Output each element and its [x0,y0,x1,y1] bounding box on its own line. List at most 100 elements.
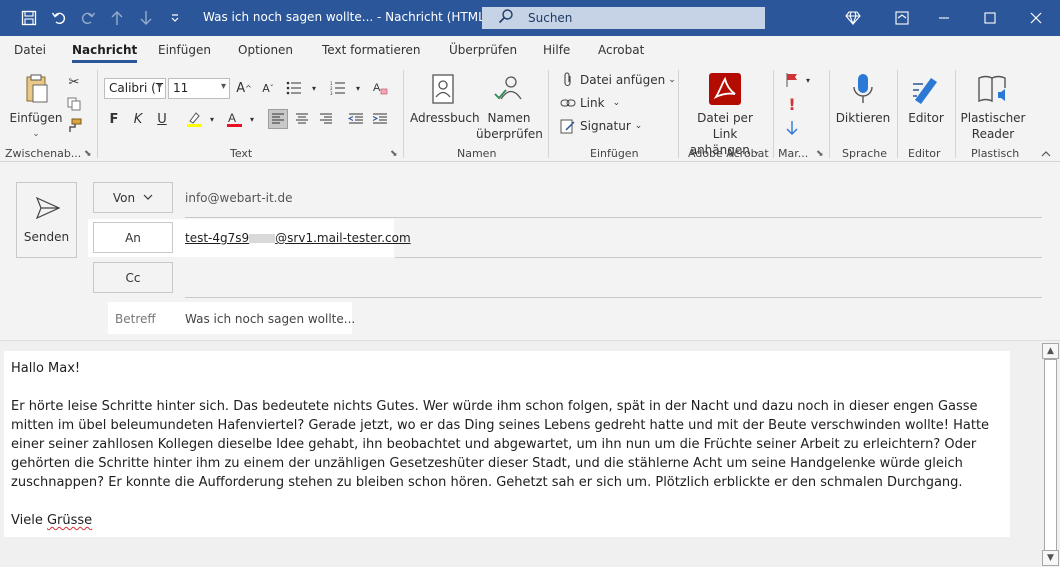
message-body[interactable]: Hallo Max! Er hörte leise Schritte hinte… [4,351,1010,537]
chevron-down-icon[interactable]: ▾ [304,78,324,98]
arrow-down-icon[interactable] [136,8,156,28]
check-names-button[interactable]: Namen überprüfen [476,72,543,142]
scroll-up-arrow-icon[interactable]: ▲ [1042,343,1059,359]
grow-font-icon[interactable]: A ^ [234,78,254,98]
dictate-label: Diktieren [835,111,891,125]
dictate-button[interactable]: Diktieren [835,72,891,126]
chevron-down-icon[interactable]: ▾ [202,109,222,129]
svg-text:A: A [373,82,381,94]
redo-icon[interactable] [78,8,98,28]
divider [395,257,1042,258]
body-paragraph: Er hörte leise Schritte hinter sich. Das… [11,399,990,490]
signature-icon [560,118,576,134]
chevron-down-icon[interactable]: ▾ [348,78,368,98]
tab-optionen[interactable]: Optionen [238,43,293,57]
font-size-select[interactable]: 11 ▾ [168,78,230,99]
dialog-launcher-icon[interactable]: ⬊ [816,149,826,159]
attach-file-button[interactable]: Datei anfügen ⌄ [560,72,676,88]
copy-icon[interactable] [64,94,84,114]
from-button[interactable]: Von [93,182,173,213]
paperclip-icon [560,72,576,88]
names-group-label: Namen [457,147,497,160]
editor-label: Editor [908,111,944,125]
tab-datei[interactable]: Datei [14,43,46,57]
align-right-icon[interactable] [316,109,336,129]
svg-text:3: 3 [330,91,333,95]
paste-button[interactable]: Einfügen ⌄ [8,72,64,142]
minimize-icon[interactable] [934,8,954,28]
font-name-value: Calibri (T [109,81,164,95]
font-color-icon[interactable]: A [224,109,244,129]
immersive-reader-line1: Plastischer [960,111,1026,125]
vertical-scrollbar[interactable]: ▲ ▼ [1042,341,1059,567]
format-painter-icon[interactable] [64,116,84,136]
diamond-icon[interactable] [843,8,863,28]
dialog-launcher-icon[interactable]: ⬊ [390,149,400,159]
bold-button[interactable]: F [104,109,124,129]
address-book-button[interactable]: Adressbuch [410,72,480,126]
scroll-thumb[interactable] [1044,359,1057,551]
divider [955,70,956,158]
ribbon: Einfügen ⌄ ✂ Zwischenab... ⬊ Calibri (T ▾… [0,66,1060,162]
link-icon [560,95,576,111]
cc-button[interactable]: Cc [93,262,173,293]
search-box[interactable]: Suchen [482,7,765,29]
signature-button[interactable]: Signatur ⌄ [560,118,642,134]
cut-icon[interactable]: ✂ [64,72,84,92]
divider [185,297,1042,298]
ribbon-display-options-icon[interactable] [892,8,912,28]
save-icon[interactable] [19,8,39,28]
divider [773,70,774,158]
paste-label: Einfügen [9,111,63,125]
numbered-list-icon[interactable]: 123 [328,78,348,98]
to-button[interactable]: An [93,222,173,253]
tab-einfuegen[interactable]: Einfügen [158,43,211,57]
subject-field[interactable]: Was ich noch sagen wollte... [185,312,355,326]
dialog-launcher-icon[interactable]: ⬊ [84,149,94,159]
send-button[interactable]: Senden [16,182,77,258]
attach-file-label: Datei anfügen [580,73,666,87]
scroll-down-arrow-icon[interactable]: ▼ [1042,550,1059,566]
low-importance-icon[interactable] [782,118,802,138]
from-value: info@webart-it.de [185,191,293,205]
maximize-icon[interactable] [980,8,1000,28]
arrow-up-icon[interactable] [107,8,127,28]
highlighter-icon[interactable] [184,109,204,129]
tab-ueberpruefen[interactable]: Überprüfen [449,43,517,57]
immersive-reader-line2: Reader [971,127,1015,141]
underline-button[interactable]: U [152,109,172,129]
align-center-icon[interactable] [292,109,312,129]
italic-button[interactable]: K [128,109,148,129]
search-icon [498,8,516,28]
chevron-down-icon[interactable]: ▾ [242,109,262,129]
chevron-down-icon: ⌄ [32,129,40,139]
compose-header: Senden Von info@webart-it.de An test-4g7… [0,162,1060,340]
editor-button[interactable]: Editor [902,72,950,126]
clear-formatting-icon[interactable]: A [370,78,390,98]
close-icon[interactable] [1026,8,1046,28]
collapse-ribbon-icon[interactable] [1036,144,1056,164]
tab-text-formatieren[interactable]: Text formatieren [322,43,421,57]
decrease-indent-icon[interactable] [346,109,366,129]
shrink-font-icon[interactable]: Aˇ [258,78,278,98]
chevron-down-icon[interactable]: ▾ [798,70,818,90]
tab-acrobat[interactable]: Acrobat [598,43,644,57]
tab-nachricht[interactable]: Nachricht [72,43,138,63]
chevron-down-icon: ▾ [156,81,162,92]
link-button[interactable]: Link ⌄ [560,95,620,111]
align-left-icon[interactable] [268,109,288,129]
high-importance-icon[interactable]: ! [782,94,802,114]
link-label: Link [580,96,605,110]
chevron-down-icon [143,192,153,203]
increase-indent-icon[interactable] [370,109,390,129]
undo-icon[interactable] [49,8,69,28]
to-field[interactable]: test-4g7s9 @srv1.mail-tester.com [185,231,411,245]
font-name-select[interactable]: Calibri (T ▾ [104,78,166,99]
tab-hilfe[interactable]: Hilfe [543,43,570,57]
immersive-reader-button[interactable]: Plastischer Reader [960,72,1026,142]
svg-text:A: A [228,111,236,125]
customize-toolbar-icon[interactable] [165,8,185,28]
editor-icon [913,78,937,104]
bullet-list-icon[interactable] [284,78,304,98]
editor-group-label: Editor [908,147,941,160]
